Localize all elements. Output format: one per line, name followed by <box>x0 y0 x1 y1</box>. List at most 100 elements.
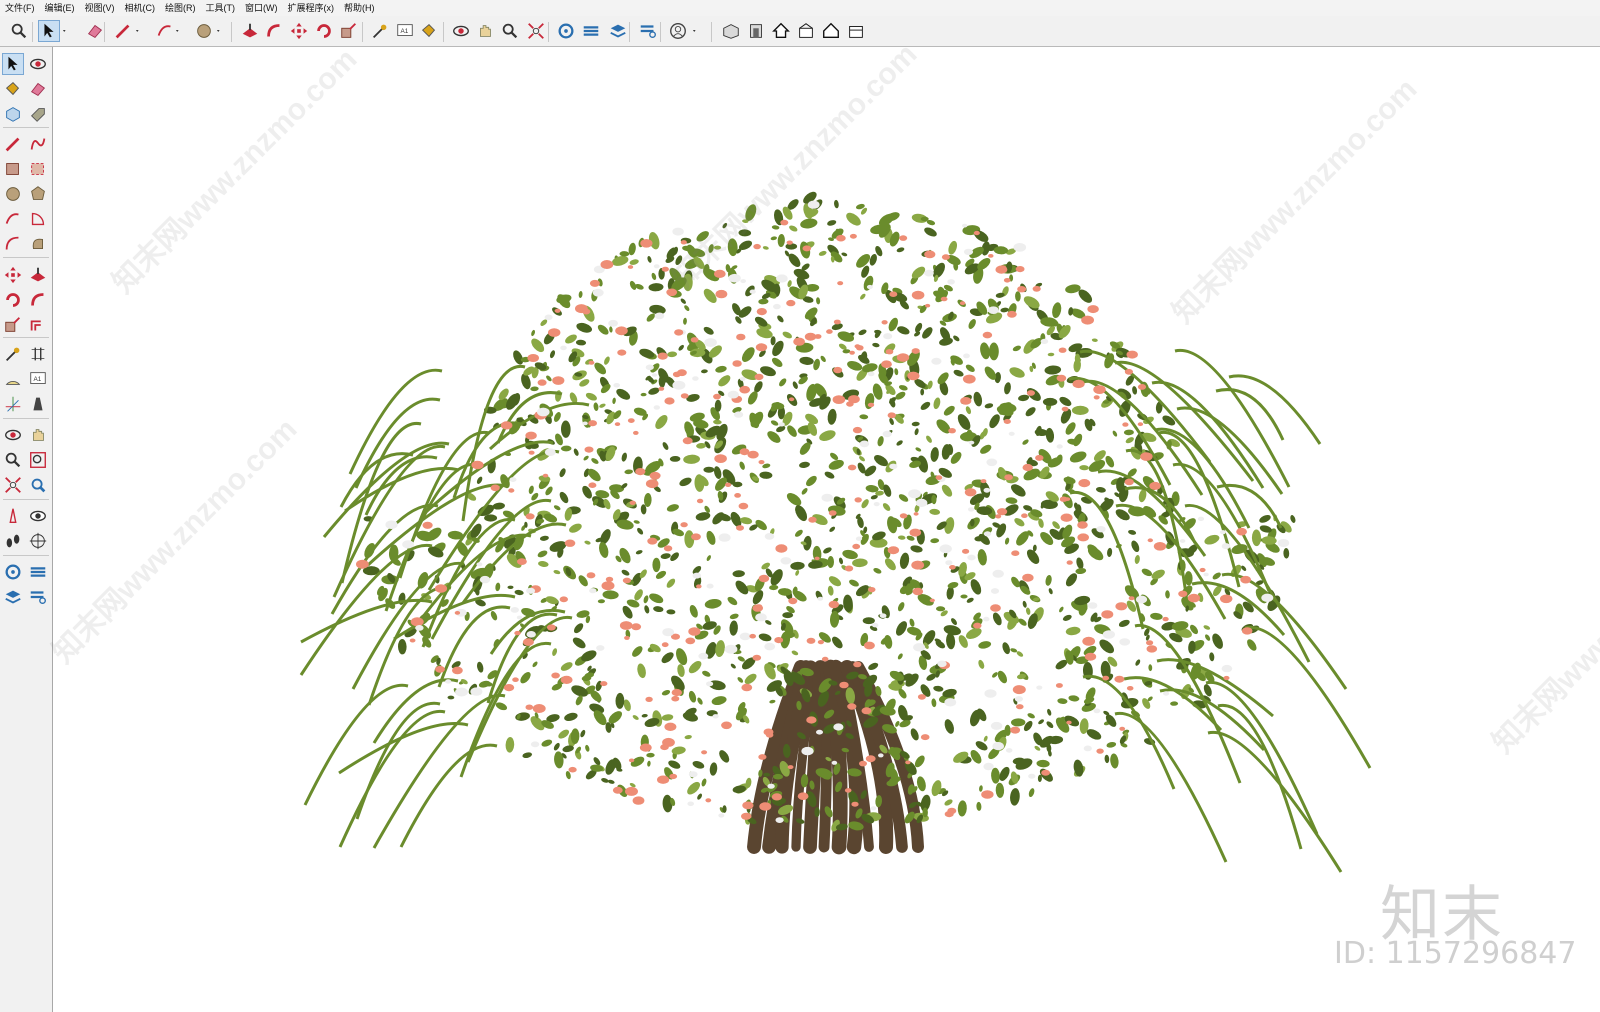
section-plane-icon[interactable] <box>27 530 49 552</box>
dropdown-icon[interactable] <box>175 20 185 42</box>
three-point-arc-icon[interactable] <box>27 233 49 255</box>
blossom <box>586 572 596 579</box>
pan-icon[interactable] <box>474 20 496 42</box>
previous-view-icon[interactable] <box>27 474 49 496</box>
front-view-icon[interactable] <box>745 20 767 42</box>
zoom-icon[interactable] <box>2 449 24 471</box>
push-pull-icon[interactable] <box>239 20 261 42</box>
dropdown-icon[interactable] <box>135 20 145 42</box>
menu-item[interactable]: 窗口(W) <box>240 0 283 16</box>
dropdown-icon[interactable] <box>692 20 702 42</box>
leaf <box>619 547 631 564</box>
zoom-extents-icon[interactable] <box>525 20 547 42</box>
pan-icon[interactable] <box>27 424 49 446</box>
layout-icon[interactable] <box>607 20 629 42</box>
extension-warehouse-icon[interactable] <box>27 561 49 583</box>
menu-item[interactable]: 绘图(R) <box>160 0 201 16</box>
tape-measure-icon[interactable] <box>369 20 391 42</box>
push-pull-icon[interactable] <box>27 264 49 286</box>
select-icon[interactable] <box>38 20 60 42</box>
text-icon[interactable]: A1 <box>27 368 49 390</box>
tape-measure-icon[interactable] <box>2 343 24 365</box>
leaf <box>897 326 910 335</box>
menu-item[interactable]: 编辑(E) <box>40 0 80 16</box>
pencil-icon[interactable] <box>2 133 24 155</box>
account-icon[interactable] <box>667 20 689 42</box>
paint-bucket-icon[interactable] <box>418 20 440 42</box>
arc-icon[interactable] <box>2 208 24 230</box>
layout-icon[interactable] <box>2 586 24 608</box>
arc-icon[interactable] <box>154 20 176 42</box>
leaf <box>922 327 933 339</box>
zoom-extents-icon[interactable] <box>2 474 24 496</box>
tag-icon[interactable] <box>27 103 49 125</box>
eraser-icon[interactable] <box>27 78 49 100</box>
menu-item[interactable]: 扩展程序(x) <box>283 0 340 16</box>
menu-item[interactable]: 相机(C) <box>120 0 161 16</box>
orbit-icon[interactable] <box>450 20 472 42</box>
menu-item[interactable]: 工具(T) <box>201 0 241 16</box>
leaf <box>1131 540 1140 553</box>
menu-item[interactable]: 帮助(H) <box>339 0 380 16</box>
dropdown-icon[interactable] <box>216 20 226 42</box>
blossom <box>601 581 615 591</box>
leaf <box>478 680 491 688</box>
paint-bucket-icon[interactable] <box>2 78 24 100</box>
left-view-icon[interactable] <box>845 20 867 42</box>
extension-manager-icon[interactable] <box>27 586 49 608</box>
extension-warehouse-icon[interactable] <box>580 20 602 42</box>
branch <box>437 605 511 688</box>
back-view-icon[interactable] <box>820 20 842 42</box>
select-icon[interactable] <box>2 53 24 75</box>
extension-manager-icon[interactable] <box>637 20 659 42</box>
leaf <box>846 212 861 226</box>
component-icon[interactable] <box>2 103 24 125</box>
menu-item[interactable]: 文件(F) <box>0 0 40 16</box>
pencil-icon[interactable] <box>112 20 134 42</box>
3d-text-icon[interactable] <box>27 393 49 415</box>
walk-icon[interactable] <box>2 530 24 552</box>
position-camera-icon[interactable] <box>2 505 24 527</box>
dropdown-icon[interactable] <box>62 20 72 42</box>
follow-me-icon[interactable] <box>27 289 49 311</box>
eraser-icon[interactable] <box>84 20 106 42</box>
two-point-arc-icon[interactable] <box>2 233 24 255</box>
move-icon[interactable] <box>2 264 24 286</box>
orbit-icon[interactable] <box>2 424 24 446</box>
pie-icon[interactable] <box>27 208 49 230</box>
protractor-icon[interactable] <box>2 368 24 390</box>
freehand-icon[interactable] <box>27 133 49 155</box>
leaf <box>715 640 725 658</box>
circle-icon[interactable] <box>2 183 24 205</box>
look-around-icon[interactable] <box>27 505 49 527</box>
zoom-window-icon[interactable] <box>27 449 49 471</box>
leaf <box>653 606 664 613</box>
3d-warehouse-icon[interactable] <box>555 20 577 42</box>
right-view-icon[interactable] <box>795 20 817 42</box>
blossom <box>831 760 838 765</box>
move-icon[interactable] <box>288 20 310 42</box>
axes-icon[interactable] <box>2 393 24 415</box>
blossom <box>734 493 741 498</box>
dimension-icon[interactable] <box>27 343 49 365</box>
rotate-icon[interactable] <box>2 289 24 311</box>
polygon-icon[interactable] <box>27 183 49 205</box>
zoom-icon[interactable] <box>499 20 521 42</box>
offset-icon[interactable] <box>27 314 49 336</box>
rectangle-icon[interactable] <box>2 158 24 180</box>
text-icon[interactable]: A1 <box>394 20 416 42</box>
branch <box>1114 711 1228 863</box>
orbit-icon[interactable] <box>27 53 49 75</box>
modeling-viewport[interactable] <box>54 47 1600 1012</box>
scale-icon[interactable] <box>338 20 360 42</box>
circle-icon[interactable] <box>193 20 215 42</box>
iso-view-icon[interactable] <box>720 20 742 42</box>
blossom <box>973 622 982 629</box>
3d-warehouse-icon[interactable] <box>2 561 24 583</box>
follow-me-icon[interactable] <box>263 20 285 42</box>
scale-icon[interactable] <box>2 314 24 336</box>
top-view-icon[interactable] <box>770 20 792 42</box>
zoom-icon[interactable] <box>8 20 30 42</box>
rotated-rectangle-icon[interactable] <box>27 158 49 180</box>
menu-item[interactable]: 视图(V) <box>80 0 120 16</box>
